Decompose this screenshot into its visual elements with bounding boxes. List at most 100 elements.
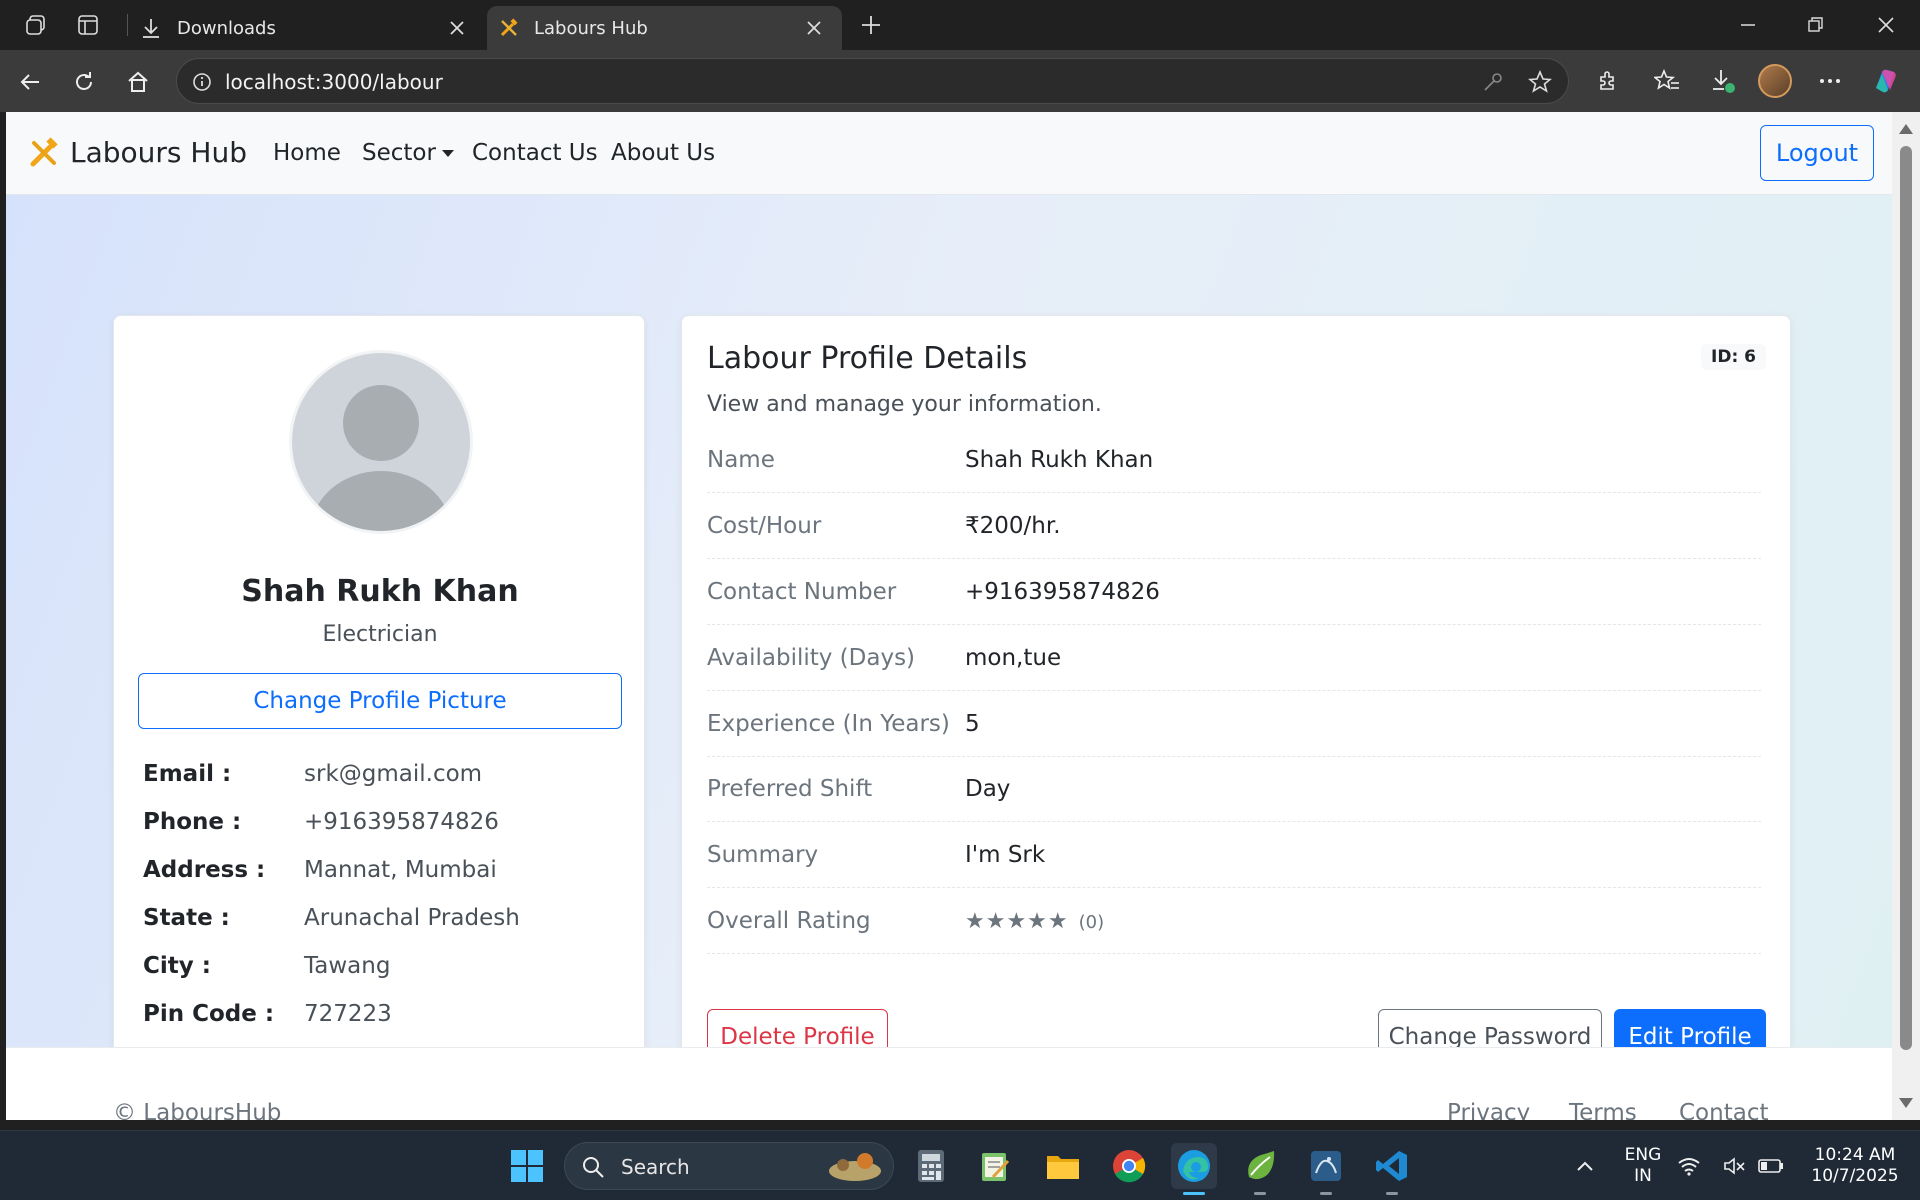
- running-app-indicator: [1320, 1192, 1332, 1195]
- nav-contact-us[interactable]: Contact Us: [472, 140, 598, 166]
- info-label: Pin Code :: [143, 1001, 275, 1027]
- detail-label: Cost/Hour: [707, 512, 822, 539]
- info-value: +916395874826: [304, 809, 499, 835]
- language-code: ENG: [1624, 1145, 1662, 1165]
- address-bar[interactable]: localhost:3000/labour: [176, 58, 1569, 104]
- tools-icon: [30, 136, 58, 166]
- vscode-app-icon[interactable]: [1369, 1143, 1415, 1195]
- main-content: Shah Rukh Khan Electrician Change Profil…: [6, 195, 1892, 1091]
- change-profile-picture-button[interactable]: Change Profile Picture: [138, 673, 622, 729]
- detail-value: ₹200/hr.: [965, 512, 1061, 539]
- tab-label: Labours Hub: [534, 17, 648, 39]
- copilot-icon[interactable]: [1867, 63, 1903, 99]
- rating-count: (0): [1078, 911, 1105, 933]
- extensions-icon[interactable]: [1590, 63, 1626, 99]
- language-indicator[interactable]: ENG IN: [1618, 1145, 1668, 1187]
- tab-labours-hub[interactable]: Labours Hub: [487, 6, 842, 50]
- detail-value: 5: [965, 710, 980, 737]
- close-tab-icon[interactable]: [445, 16, 469, 40]
- tools-favicon-icon: [500, 18, 518, 37]
- scroll-up-icon[interactable]: [1899, 124, 1913, 134]
- info-label: State :: [143, 905, 230, 931]
- detail-label: Contact Number: [707, 578, 897, 605]
- clock[interactable]: 10:24 AM 10/7/2025: [1800, 1145, 1910, 1187]
- refresh-icon[interactable]: [66, 64, 102, 100]
- url-text: localhost:3000/labour: [225, 70, 443, 94]
- favorite-star-icon[interactable]: [1527, 69, 1553, 95]
- profile-details-card: Labour Profile Details ID: 6 View and ma…: [681, 315, 1791, 1078]
- downloads-icon[interactable]: [1705, 63, 1741, 99]
- home-icon[interactable]: [120, 64, 156, 100]
- close-tab-icon[interactable]: [802, 16, 826, 40]
- site-navbar: Labours Hub Home Sector Contact Us About…: [6, 112, 1892, 195]
- spring-tool-app-icon[interactable]: [1237, 1143, 1283, 1195]
- rating-stars-icon: ★★★★★: [965, 908, 1069, 934]
- nav-about-us[interactable]: About Us: [611, 140, 715, 166]
- notepad-app-icon[interactable]: [972, 1143, 1018, 1189]
- nav-home[interactable]: Home: [273, 140, 341, 166]
- battery-icon[interactable]: [1756, 1143, 1786, 1189]
- tab-actions-icon[interactable]: [72, 10, 104, 40]
- close-window-icon[interactable]: [1866, 8, 1906, 42]
- scroll-down-icon[interactable]: [1899, 1098, 1913, 1108]
- info-value: Arunachal Pradesh: [304, 905, 520, 931]
- profile-role: Electrician: [322, 622, 438, 647]
- language-region: IN: [1634, 1166, 1652, 1186]
- detail-row-availability: Availability (Days) mon,tue: [707, 625, 1761, 691]
- page-viewport: Labours Hub Home Sector Contact Us About…: [6, 112, 1892, 1120]
- info-value: srk@gmail.com: [304, 761, 483, 787]
- detail-row-contact: Contact Number +916395874826: [707, 559, 1761, 625]
- detail-row-cost: Cost/Hour ₹200/hr.: [707, 493, 1761, 559]
- restore-icon[interactable]: [1796, 8, 1836, 42]
- minimize-icon[interactable]: [1728, 8, 1768, 42]
- new-tab-icon[interactable]: [855, 10, 887, 40]
- profile-avatar-icon[interactable]: [1757, 63, 1793, 99]
- scrollbar-thumb[interactable]: [1900, 146, 1912, 1050]
- details-title: Labour Profile Details: [707, 341, 1028, 376]
- footer-link-privacy[interactable]: Privacy: [1447, 1100, 1530, 1120]
- start-icon[interactable]: [504, 1143, 550, 1189]
- wifi-icon[interactable]: [1674, 1143, 1704, 1189]
- tab-downloads[interactable]: Downloads: [130, 6, 485, 50]
- download-icon: [143, 19, 159, 38]
- detail-row-rating: Overall Rating ★★★★★ (0): [707, 888, 1761, 954]
- workspaces-icon[interactable]: [20, 10, 52, 40]
- detail-value: Day: [965, 775, 1011, 802]
- detail-label: Availability (Days): [707, 644, 916, 671]
- site-info-icon[interactable]: [189, 69, 215, 95]
- back-icon[interactable]: [12, 64, 48, 100]
- key-icon[interactable]: [1480, 69, 1506, 95]
- running-app-indicator: [1254, 1192, 1266, 1195]
- search-label: Search: [621, 1155, 690, 1179]
- detail-label: Summary: [707, 841, 819, 868]
- chrome-app-icon[interactable]: [1106, 1143, 1152, 1189]
- detail-value: I'm Srk: [965, 841, 1046, 868]
- calculator-app-icon[interactable]: [908, 1143, 954, 1189]
- info-row-state: State : Arunachal Pradesh: [143, 905, 520, 935]
- windows-taskbar: Search ENG IN 10:24 AM 10/7/2025: [0, 1130, 1920, 1200]
- more-options-icon[interactable]: [1812, 63, 1848, 99]
- mysql-workbench-app-icon[interactable]: [1303, 1143, 1349, 1195]
- profile-name: Shah Rukh Khan: [241, 574, 519, 609]
- brand-logo[interactable]: Labours Hub: [28, 136, 247, 169]
- active-app-indicator: [1183, 1192, 1205, 1195]
- file-explorer-app-icon[interactable]: [1040, 1143, 1086, 1189]
- info-row-city: City : Tawang: [143, 953, 390, 983]
- detail-value: +916395874826: [965, 578, 1160, 605]
- favorites-icon[interactable]: [1649, 63, 1685, 99]
- nav-sector-dropdown[interactable]: Sector: [362, 140, 454, 166]
- info-label: Address :: [143, 857, 266, 883]
- footer-link-terms[interactable]: Terms: [1569, 1100, 1637, 1120]
- speaker-muted-icon[interactable]: [1720, 1143, 1750, 1189]
- profile-summary-card: Shah Rukh Khan Electrician Change Profil…: [113, 315, 645, 1091]
- page-scrollbar[interactable]: [1892, 112, 1920, 1120]
- footer-copyright: © LaboursHub: [113, 1100, 282, 1120]
- edge-app-icon[interactable]: [1171, 1143, 1217, 1195]
- detail-value: Shah Rukh Khan: [965, 446, 1154, 473]
- taskbar-search[interactable]: Search: [564, 1142, 894, 1190]
- logout-button[interactable]: Logout: [1760, 125, 1874, 181]
- info-row-phone: Phone : +916395874826: [143, 809, 499, 839]
- footer-link-contact[interactable]: Contact: [1679, 1100, 1768, 1120]
- show-hidden-icons-chevron-icon[interactable]: [1562, 1143, 1608, 1189]
- profile-avatar: [289, 350, 473, 534]
